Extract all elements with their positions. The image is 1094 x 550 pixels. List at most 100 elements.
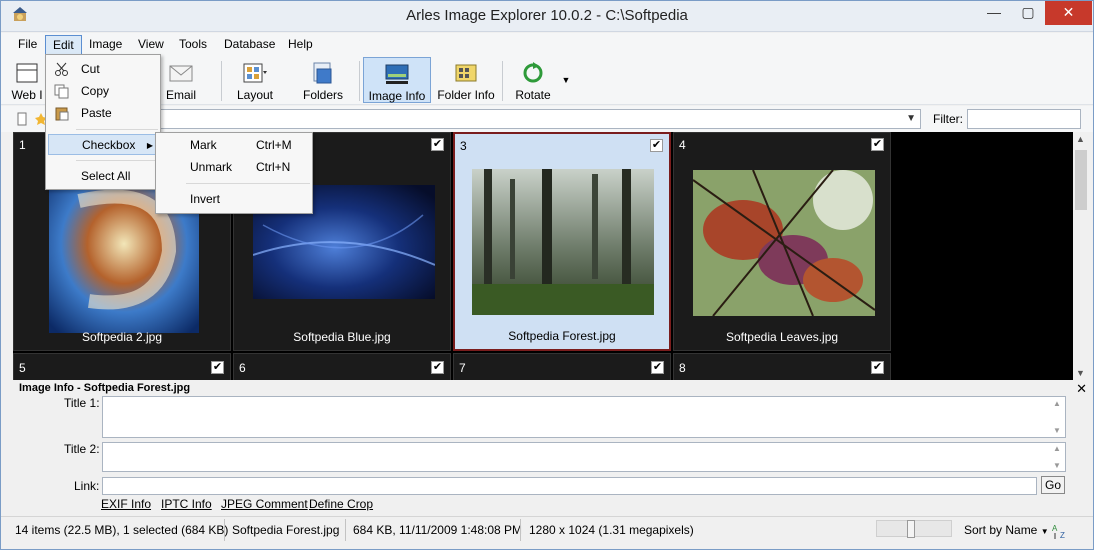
- menu-separator: [76, 160, 158, 161]
- define-crop-link[interactable]: Define Crop: [309, 497, 373, 511]
- close-button[interactable]: ✕: [1045, 1, 1092, 25]
- menu-item-copy[interactable]: Copy: [48, 81, 158, 102]
- image-info-button[interactable]: Image Info: [363, 57, 431, 103]
- menu-item-label: Unmark: [190, 160, 233, 174]
- menu-item-mark[interactable]: Mark Ctrl+M: [158, 135, 310, 156]
- image-dimensions: 1280 x 1024 (1.31 megapixels): [529, 523, 694, 537]
- title2-field[interactable]: ▲ ▼: [102, 442, 1066, 472]
- thumbnail-checkbox[interactable]: ✔: [871, 361, 884, 374]
- sort-label: Sort by Name: [964, 523, 1038, 537]
- path-combobox[interactable]: ▼: [49, 109, 921, 129]
- rotate-label: Rotate: [515, 88, 551, 102]
- thumbnail-index: 4: [679, 138, 686, 152]
- menu-item-label: Checkbox: [82, 138, 136, 152]
- rotate-icon: [523, 62, 543, 83]
- edit-menu-dropdown: Cut Copy Paste Checkbox ▶ Select All: [45, 54, 161, 190]
- menu-item-cut[interactable]: Cut: [48, 59, 158, 80]
- go-button[interactable]: Go: [1041, 476, 1065, 494]
- sort-az-icon[interactable]: AZ: [1051, 522, 1071, 540]
- items-summary: 14 items (22.5 MB), 1 selected (684 KB): [15, 523, 229, 537]
- scroll-down-icon[interactable]: ▼: [1050, 461, 1064, 470]
- thumbnail-checkbox[interactable]: ✔: [211, 361, 224, 374]
- chevron-down-icon[interactable]: ▼: [906, 113, 916, 124]
- menu-item-label: Mark: [190, 138, 217, 152]
- menu-bar: File Edit Image View Tools Database Help: [1, 33, 1093, 55]
- thumbnail-cell[interactable]: 7 ✔: [453, 353, 671, 380]
- scroll-up-icon[interactable]: ▲: [1050, 399, 1064, 408]
- thumbnail-cell[interactable]: 8 ✔: [673, 353, 891, 380]
- status-bar: 14 items (22.5 MB), 1 selected (684 KB) …: [1, 516, 1093, 549]
- maximize-button[interactable]: ▢: [1011, 1, 1045, 25]
- document-icon: [17, 112, 27, 126]
- scroll-down-icon[interactable]: ▼: [1076, 368, 1085, 378]
- menu-view[interactable]: View: [131, 35, 171, 55]
- thumbnail-checkbox[interactable]: ✔: [431, 361, 444, 374]
- email-icon: [169, 65, 193, 82]
- minimize-button[interactable]: —: [977, 1, 1011, 25]
- menu-item-paste[interactable]: Paste: [48, 103, 158, 124]
- thumbnail-checkbox[interactable]: ✔: [871, 138, 884, 151]
- copy-icon: [54, 84, 69, 99]
- paste-icon: [55, 107, 69, 121]
- folder-info-button[interactable]: Folder Info: [435, 57, 497, 103]
- filter-label: Filter:: [933, 112, 963, 126]
- thumbnail-checkbox[interactable]: ✔: [650, 139, 663, 152]
- thumbnail-cell-selected[interactable]: 3 ✔ Softpedia Forest.jpg: [453, 132, 671, 351]
- iptc-info-link[interactable]: IPTC Info: [161, 497, 212, 511]
- rotate-button[interactable]: Rotate: [511, 57, 555, 103]
- layout-button[interactable]: Layout: [233, 57, 277, 103]
- title1-label: Title 1:: [64, 396, 100, 410]
- menu-image[interactable]: Image: [82, 35, 129, 55]
- menu-edit[interactable]: Edit: [45, 35, 82, 55]
- thumbnail-cell[interactable]: 5 ✔: [13, 353, 231, 380]
- jpeg-comment-link[interactable]: JPEG Comment: [221, 497, 308, 511]
- scroll-up-icon[interactable]: ▲: [1076, 134, 1085, 144]
- thumbnail-checkbox[interactable]: ✔: [651, 361, 664, 374]
- thumbnail-index: 5: [19, 361, 26, 375]
- scroll-down-icon[interactable]: ▼: [1050, 426, 1064, 435]
- menu-item-invert[interactable]: Invert: [158, 189, 310, 210]
- exif-info-link[interactable]: EXIF Info: [101, 497, 151, 511]
- close-icon[interactable]: ✕: [1076, 381, 1087, 397]
- zoom-slider[interactable]: [876, 520, 952, 538]
- menu-item-label: Invert: [190, 192, 221, 206]
- svg-text:A: A: [1052, 524, 1058, 533]
- rotate-dropdown-arrow[interactable]: ▼: [559, 57, 573, 103]
- thumbnail-checkbox[interactable]: ✔: [431, 138, 444, 151]
- image-info-label: Image Info: [368, 89, 426, 103]
- title1-field[interactable]: ▲ ▼: [102, 396, 1066, 438]
- menu-tools[interactable]: Tools: [172, 35, 214, 55]
- status-separator: [224, 519, 225, 541]
- thumbnail-filename: Softpedia Blue.jpg: [293, 330, 391, 344]
- folder-info-label: Folder Info: [437, 88, 495, 102]
- thumbnail-cell[interactable]: 6 ✔: [233, 353, 451, 380]
- web-button[interactable]: Web I: [9, 57, 45, 103]
- menu-database[interactable]: Database: [217, 35, 282, 55]
- filter-input[interactable]: [967, 109, 1081, 129]
- folders-button[interactable]: Folders: [299, 57, 347, 103]
- window-title: Arles Image Explorer 10.0.2 - C:\Softped…: [406, 7, 688, 24]
- title2-label: Title 2:: [64, 442, 100, 456]
- menu-item-checkbox[interactable]: Checkbox ▶: [48, 134, 158, 155]
- menu-item-label: Select All: [81, 169, 131, 183]
- thumbnail-index: 1: [19, 138, 26, 152]
- scrollbar-thumb[interactable]: [1075, 150, 1087, 210]
- slider-knob[interactable]: [907, 520, 915, 538]
- menu-item-unmark[interactable]: Unmark Ctrl+N: [158, 157, 310, 178]
- thumbnail-image[interactable]: [472, 169, 654, 315]
- thumbnail-image[interactable]: [693, 170, 875, 316]
- link-field[interactable]: [102, 477, 1037, 495]
- gallery-scrollbar[interactable]: ▲ ▼: [1073, 132, 1089, 380]
- status-separator: [520, 519, 521, 541]
- thumbnail-cell[interactable]: 4 ✔ Softpedia Leaves.jpg: [673, 132, 891, 351]
- menu-item-label: Cut: [81, 62, 100, 76]
- sort-dropdown[interactable]: Sort by Name ▼: [964, 523, 1049, 537]
- thumbnail-index: 6: [239, 361, 246, 375]
- email-button[interactable]: Email: [161, 57, 201, 103]
- menu-file[interactable]: File: [11, 35, 44, 55]
- menu-item-select-all[interactable]: Select All: [48, 166, 158, 187]
- file-details: 684 KB, 11/11/2009 1:48:08 PM: [353, 523, 523, 537]
- scroll-up-icon[interactable]: ▲: [1050, 444, 1064, 453]
- menu-help[interactable]: Help: [281, 35, 320, 55]
- info-panel-title: Image Info - Softpedia Forest.jpg: [19, 382, 191, 394]
